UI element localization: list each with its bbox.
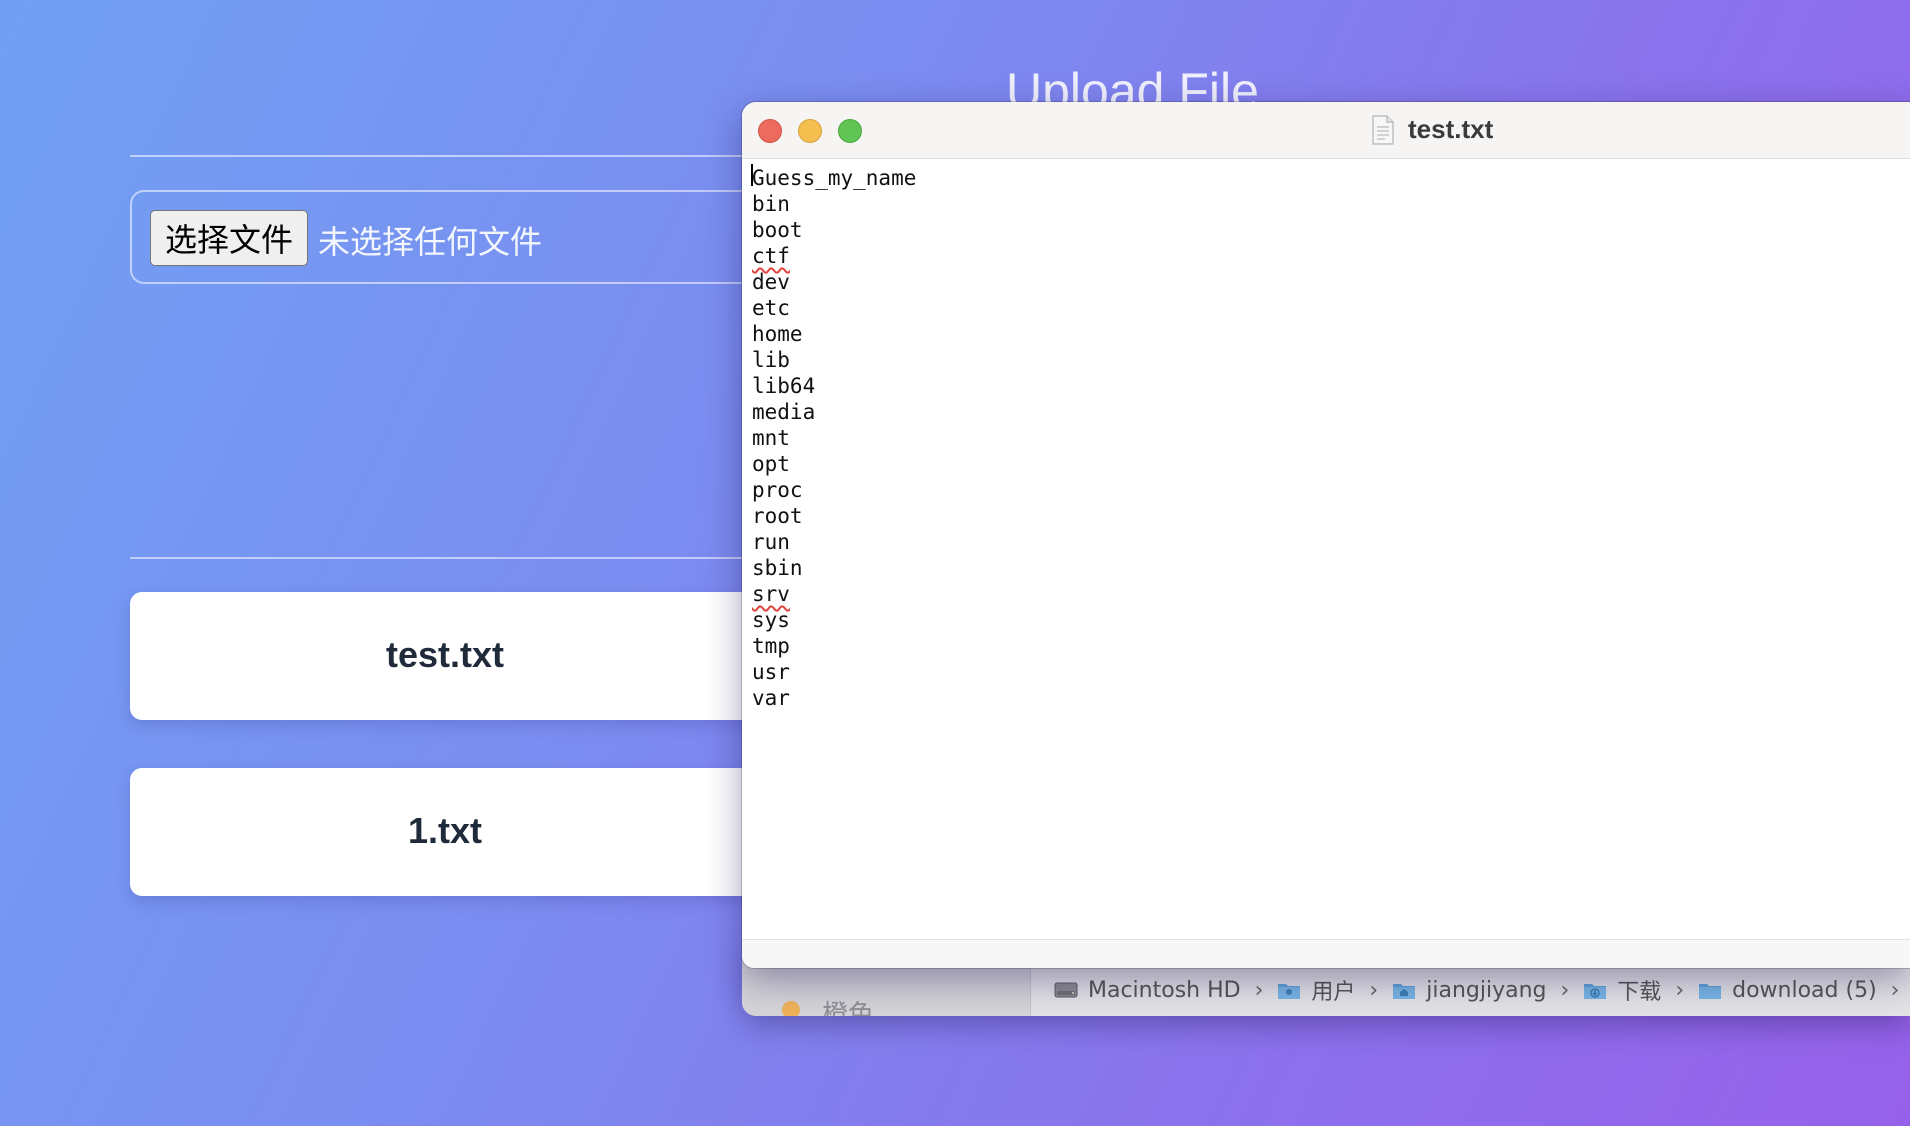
path-separator: › xyxy=(1560,977,1570,1003)
file-line: etc xyxy=(752,295,916,321)
finder-path-bar: Macintosh HD › 用户 › jiangjiyang › 下载 › d… xyxy=(1054,974,1910,1006)
line-text: media xyxy=(752,400,816,424)
path-label: 下载 xyxy=(1617,980,1662,1005)
file-line: lib64 xyxy=(752,373,916,399)
line-text: sbin xyxy=(752,556,803,580)
uploaded-file-name: 1.txt xyxy=(407,810,483,851)
line-text: opt xyxy=(752,452,790,476)
file-line: mnt xyxy=(752,425,916,451)
file-content: Guess_my_name bin boot ctf dev etc home lib lib6… xyxy=(752,165,916,711)
sidebar-tag-orange[interactable]: 橙色 xyxy=(822,994,874,1016)
path-label: jiangjiyang xyxy=(1426,977,1547,1003)
textedit-window: test.txt Guess_my_name bin boot ctf dev etc ho… xyxy=(742,102,1910,968)
line-text: tmp xyxy=(752,634,790,658)
path-item-home[interactable]: jiangjiyang xyxy=(1392,978,1546,1003)
window-title-area: test.txt xyxy=(1372,114,1493,145)
file-line: srv xyxy=(752,581,916,607)
window-title: test.txt xyxy=(1408,114,1494,144)
file-line: media xyxy=(752,399,916,425)
choose-file-button[interactable]: 选择文件 xyxy=(150,210,308,266)
file-line: boot xyxy=(752,217,916,243)
path-separator: › xyxy=(1675,977,1685,1003)
text-document-icon xyxy=(1372,114,1394,145)
file-line: lib xyxy=(752,347,916,373)
file-line: usr xyxy=(752,659,916,685)
home-folder-icon xyxy=(1393,984,1416,999)
line-text: proc xyxy=(752,478,803,502)
file-line: bin xyxy=(752,191,916,217)
window-bottom-bar xyxy=(742,939,1910,968)
downloads-folder-icon xyxy=(1584,984,1607,999)
file-line: ctf xyxy=(752,243,916,269)
misspelled-word: srv xyxy=(752,582,790,606)
file-line: home xyxy=(752,321,916,347)
path-item-download-5[interactable]: download (5) xyxy=(1698,978,1877,1003)
no-file-selected-text: 未选择任何文件 xyxy=(318,223,543,261)
line-text: etc xyxy=(752,296,790,320)
path-label: 用户 xyxy=(1311,980,1356,1005)
file-line: tmp xyxy=(752,633,916,659)
line-text: dev xyxy=(752,270,790,294)
line-text: lib64 xyxy=(752,374,816,398)
path-item-downloads[interactable]: 下载 xyxy=(1583,974,1661,1006)
line-text: var xyxy=(752,686,790,710)
file-line: root xyxy=(752,503,916,529)
file-line: sys xyxy=(752,607,916,633)
line-text: lib xyxy=(752,348,790,372)
path-separator: › xyxy=(1369,977,1379,1003)
orange-tag-icon xyxy=(782,1001,800,1016)
path-separator: › xyxy=(1890,977,1900,1003)
folder-icon xyxy=(1699,984,1722,999)
path-label: Macintosh HD xyxy=(1088,977,1241,1003)
window-close-button[interactable] xyxy=(758,119,782,143)
file-line: var xyxy=(752,685,916,711)
line-text: sys xyxy=(752,608,790,632)
line-text: run xyxy=(752,530,790,554)
file-line: opt xyxy=(752,451,916,477)
window-minimize-button[interactable] xyxy=(798,119,822,143)
file-line: dev xyxy=(752,269,916,295)
folder-icon xyxy=(1278,984,1301,999)
path-item-users[interactable]: 用户 xyxy=(1277,974,1355,1006)
text-editor-area[interactable]: Guess_my_name bin boot ctf dev etc home lib lib6… xyxy=(742,159,1910,939)
window-titlebar[interactable]: test.txt xyxy=(742,102,1910,159)
line-text: root xyxy=(752,504,803,528)
path-item-macintosh-hd[interactable]: Macintosh HD xyxy=(1054,978,1241,1003)
line-text: Guess_my_name xyxy=(752,166,917,190)
misspelled-word: ctf xyxy=(752,244,790,268)
hard-drive-icon xyxy=(1054,982,1078,998)
line-text: boot xyxy=(752,218,803,242)
file-line: proc xyxy=(752,477,916,503)
file-line: sbin xyxy=(752,555,916,581)
path-separator: › xyxy=(1254,977,1264,1003)
file-line: Guess_my_name xyxy=(752,165,916,191)
line-text: usr xyxy=(752,660,790,684)
path-label: download (5) xyxy=(1732,977,1877,1003)
file-line: run xyxy=(752,529,916,555)
line-text: mnt xyxy=(752,426,790,450)
line-text: bin xyxy=(752,192,790,216)
line-text: home xyxy=(752,322,803,346)
uploaded-file-name: test.txt xyxy=(385,634,505,675)
window-zoom-button[interactable] xyxy=(838,119,862,143)
